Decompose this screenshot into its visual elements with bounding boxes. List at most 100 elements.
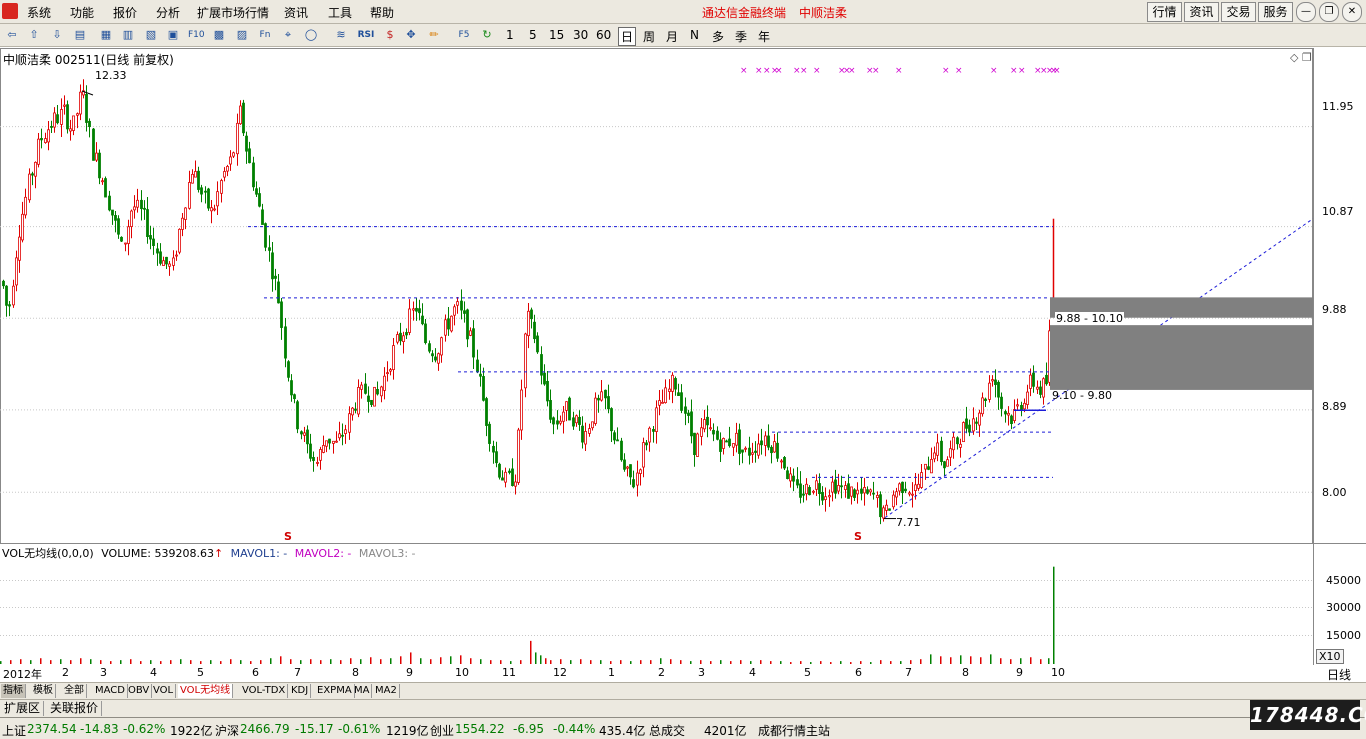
btn-trade[interactable]: 交易 — [1221, 2, 1256, 22]
period-30min[interactable]: 30 — [573, 28, 588, 42]
fn-icon[interactable]: Fn — [257, 27, 273, 43]
y-tick: 9.88 — [1322, 303, 1347, 316]
tab-ma[interactable]: MA — [352, 684, 373, 698]
tab-template[interactable]: 模板 — [31, 684, 56, 698]
btn-market[interactable]: 行情 — [1147, 2, 1182, 22]
cy-index-label[interactable]: 创业 — [430, 722, 454, 739]
menu-help[interactable]: 帮助 — [370, 4, 394, 21]
tab-macd[interactable]: MACD — [93, 684, 128, 698]
btn-info[interactable]: 资讯 — [1184, 2, 1219, 22]
period-15min[interactable]: 15 — [549, 28, 564, 42]
pencil-icon[interactable]: ✏ — [426, 27, 442, 43]
candle-body — [18, 236, 21, 261]
back-arrow-icon[interactable]: ⇦ — [4, 27, 20, 43]
f10-icon[interactable]: F10 — [188, 27, 205, 43]
table-icon[interactable]: ▥ — [120, 27, 136, 43]
refresh-icon[interactable]: ↻ — [479, 27, 495, 43]
period-week[interactable]: 周 — [643, 28, 655, 45]
candle-body — [264, 223, 267, 248]
volume-bar — [830, 662, 832, 664]
candle-body — [543, 372, 546, 385]
minimize-icon[interactable]: — — [1296, 2, 1316, 22]
menu-info[interactable]: 资讯 — [284, 4, 308, 21]
candle-body — [620, 440, 623, 461]
sh-index-label[interactable]: 上证 — [2, 722, 26, 739]
chart-icon[interactable]: ≋ — [333, 27, 349, 43]
tab-kdj[interactable]: KDJ — [289, 684, 312, 698]
candle-body — [511, 468, 514, 486]
candle-body — [399, 332, 402, 342]
f5-icon[interactable]: F5 — [456, 27, 472, 43]
tab-ma2[interactable]: MA2 — [373, 684, 400, 698]
candle-body — [408, 308, 411, 333]
tab-obv[interactable]: OBV — [126, 684, 153, 698]
sz-index-label[interactable]: 沪深 — [215, 722, 239, 739]
zoom-icon[interactable]: ◯ — [303, 27, 319, 43]
tab-vol-tdx[interactable]: VOL-TDX — [240, 684, 289, 698]
candle-body — [892, 494, 895, 508]
volume-bar — [690, 661, 692, 664]
diamond-icon[interactable]: ◇ — [1290, 51, 1298, 64]
up-arrow-icon[interactable]: ⇧ — [26, 27, 42, 43]
down-arrow-icon[interactable]: ⇩ — [49, 27, 65, 43]
total-turnover-label: 总成交 — [649, 724, 686, 738]
volume-bar — [1000, 658, 1002, 664]
period-year[interactable]: 年 — [758, 28, 770, 45]
close-icon[interactable]: ✕ — [1342, 2, 1362, 22]
candle-body — [725, 440, 728, 443]
period-1min[interactable]: 1 — [506, 28, 514, 42]
fund-icon[interactable]: ▨ — [234, 27, 250, 43]
candle-body — [216, 191, 219, 207]
tab-indicator[interactable]: 指标 — [1, 684, 26, 698]
period-5min[interactable]: 5 — [529, 28, 537, 42]
window-icon[interactable]: ▣ — [165, 27, 181, 43]
tab-vol[interactable]: VOL — [151, 684, 177, 698]
candle-body — [658, 400, 661, 406]
server-station[interactable]: 成都行情主站 — [758, 722, 830, 739]
list-icon[interactable]: ▤ — [72, 27, 88, 43]
crosshair-icon[interactable]: ⌖ — [280, 27, 296, 43]
menu-tools[interactable]: 工具 — [328, 4, 352, 21]
kline-chart[interactable]: × × × ×× × × × ××× ×× × × × × × × ××××× — [0, 47, 1366, 665]
period-month[interactable]: 月 — [666, 28, 678, 45]
app-logo-icon[interactable] — [2, 3, 18, 19]
menu-analysis[interactable]: 分析 — [156, 4, 180, 21]
candle-body — [952, 436, 955, 451]
period-multi[interactable]: 多 — [712, 28, 724, 45]
btn-service[interactable]: 服务 — [1258, 2, 1293, 22]
tab-expma[interactable]: EXPMA — [315, 684, 355, 698]
menu-function[interactable]: 功能 — [70, 4, 94, 21]
menu-quote[interactable]: 报价 — [113, 4, 137, 21]
candle-body — [338, 433, 341, 439]
volume-bar — [850, 662, 852, 664]
tab-extension-area[interactable]: 扩展区 — [1, 701, 45, 716]
info-icon[interactable]: ▧ — [143, 27, 159, 43]
volume-bar — [950, 657, 952, 664]
restore-chart-icon[interactable]: ❐ — [1302, 51, 1312, 64]
candle-body — [604, 389, 607, 399]
tile-icon[interactable]: ▩ — [211, 27, 227, 43]
tab-related-quotes[interactable]: 关联报价 — [47, 701, 103, 716]
period-n[interactable]: N — [690, 28, 699, 42]
candle-body — [546, 380, 549, 402]
candle-body — [562, 411, 565, 422]
menu-ext-market[interactable]: 扩展市场行情 — [197, 4, 269, 21]
grid-icon[interactable]: ▦ — [98, 27, 114, 43]
volume-bar — [670, 659, 672, 664]
price-zone — [1050, 325, 1313, 390]
period-day[interactable]: 日 — [618, 27, 637, 46]
period-quarter[interactable]: 季 — [735, 28, 747, 45]
tab-vol-no-ma[interactable]: VOL无均线 — [178, 684, 234, 698]
candle-body — [72, 115, 75, 131]
signal-cross-mark: × — [1018, 66, 1026, 76]
signal-cross-mark: × — [895, 66, 903, 76]
vol-indicator-name[interactable]: VOL无均线(0,0,0) — [2, 547, 94, 560]
dollar-icon[interactable]: $ — [382, 27, 398, 43]
restore-icon[interactable]: ❐ — [1319, 2, 1339, 22]
candle-body — [412, 308, 415, 311]
rsi-icon[interactable]: RSI — [356, 27, 376, 43]
tab-all[interactable]: 全部 — [62, 684, 87, 698]
move-icon[interactable]: ✥ — [403, 27, 419, 43]
period-60min[interactable]: 60 — [596, 28, 611, 42]
menu-system[interactable]: 系统 — [27, 4, 51, 21]
